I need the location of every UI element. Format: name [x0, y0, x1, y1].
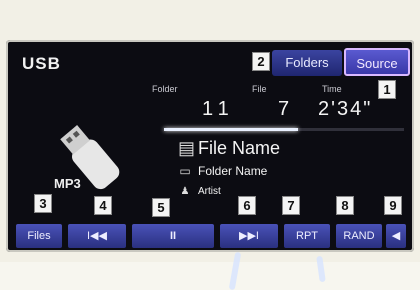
playback-control-bar: Files I◀◀ II ▶▶I RPT RAND ◀: [16, 224, 406, 248]
track-folder-row: ▭ Folder Name: [178, 164, 267, 178]
file-label: File: [252, 84, 267, 94]
folder-icon: ▭: [179, 164, 191, 178]
folder-number: 11: [202, 98, 235, 120]
next-track-button[interactable]: ▶▶I: [220, 224, 278, 248]
track-artist-row: ♟ Artist: [178, 186, 221, 197]
file-name: File Name: [198, 138, 281, 158]
source-button[interactable]: Source: [344, 48, 410, 76]
folder-label: Folder: [152, 84, 178, 94]
callout-6: 6: [238, 196, 256, 215]
artist-name: Artist: [198, 186, 221, 197]
callout-8: 8: [336, 196, 354, 215]
callout-7: 7: [282, 196, 300, 215]
folders-button[interactable]: Folders: [272, 50, 342, 76]
track-file-row: ▤ File Name: [178, 138, 280, 159]
folder-name: Folder Name: [198, 164, 268, 178]
elapsed-time: 2'34": [318, 98, 373, 120]
time-label: Time: [322, 84, 342, 94]
callout-5: 5: [152, 198, 170, 217]
callout-2: 2: [252, 52, 270, 71]
file-icon: ▤: [178, 138, 196, 158]
playback-progress-fill: [164, 128, 299, 131]
volume-button[interactable]: ◀: [386, 224, 406, 248]
artist-icon: ♟: [180, 186, 190, 197]
file-number: 7: [278, 98, 296, 120]
usb-audio-screen: USB 2 1 3 4 5 6 7 8 9 Folders Source Fol…: [6, 40, 414, 252]
files-button[interactable]: Files: [16, 224, 62, 248]
playback-progress-bar[interactable]: [164, 128, 404, 131]
media-format-label: MP3: [54, 176, 81, 191]
page-background-strip: [0, 262, 420, 290]
repeat-button[interactable]: RPT: [284, 224, 330, 248]
play-pause-button[interactable]: II: [132, 224, 214, 248]
previous-track-button[interactable]: I◀◀: [68, 224, 126, 248]
source-title: USB: [22, 54, 61, 73]
random-button[interactable]: RAND: [336, 224, 382, 248]
callout-1: 1: [378, 80, 396, 99]
callout-9: 9: [384, 196, 402, 215]
